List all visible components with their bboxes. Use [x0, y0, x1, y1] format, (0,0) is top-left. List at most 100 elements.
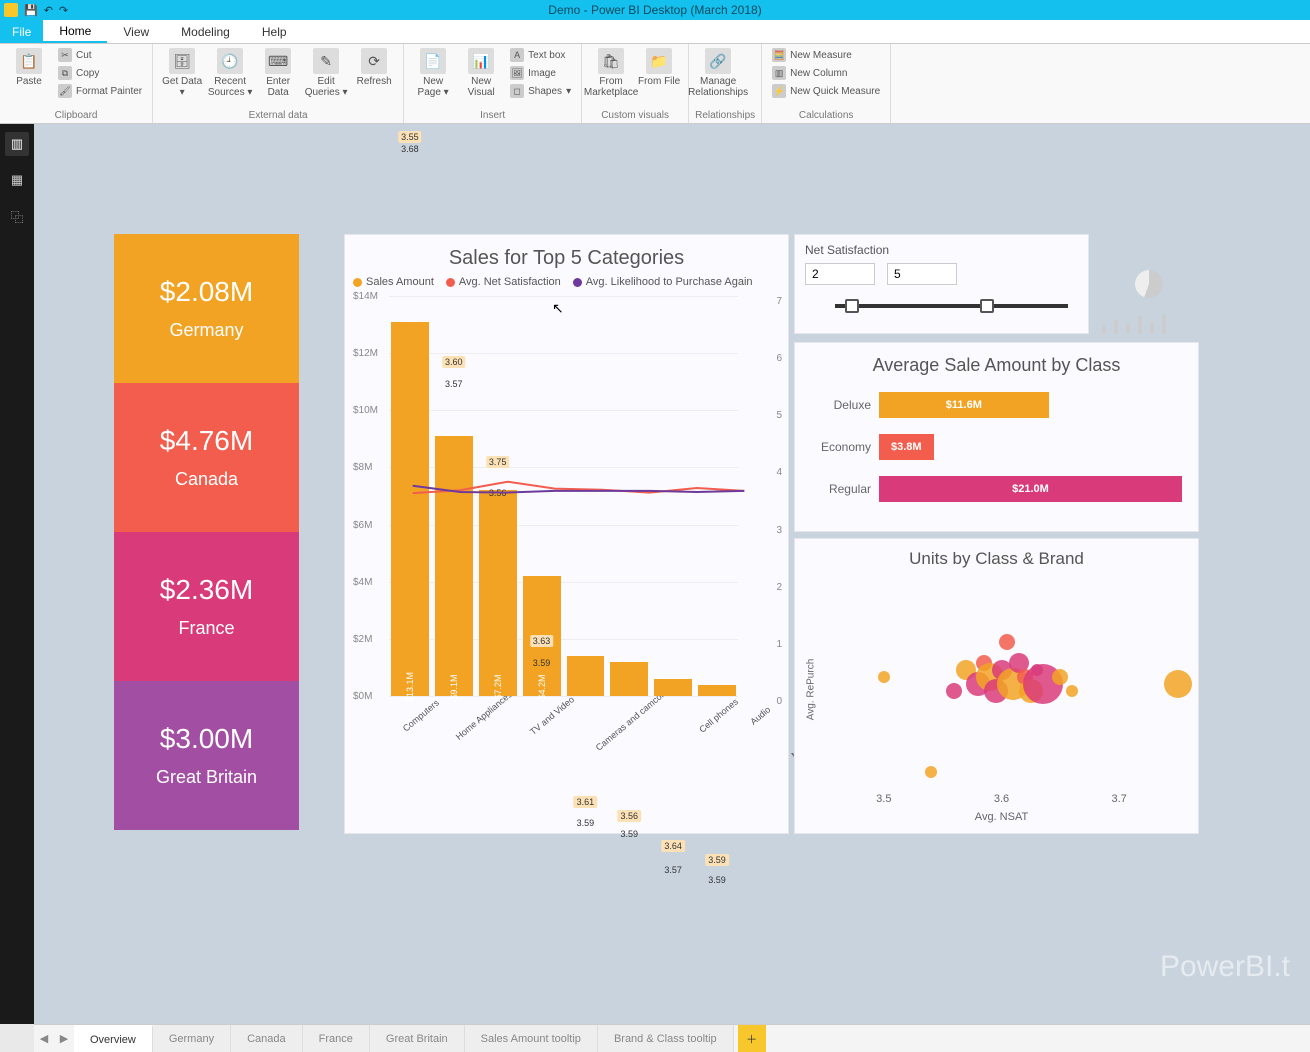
- tab-help[interactable]: Help: [246, 20, 303, 43]
- placeholder-visual[interactable]: [1099, 234, 1199, 334]
- chart-bar[interactable]: $13.1M3.553.68: [391, 322, 429, 696]
- scatter-point[interactable]: [1164, 670, 1192, 698]
- report-view-icon[interactable]: ▥: [5, 132, 29, 156]
- scatter-plot-area: Avg. RePurch Avg. NSAT 3.53.63.7: [825, 579, 1178, 789]
- byclass-row[interactable]: Economy $3.8M: [811, 434, 1182, 460]
- slicer-min-input[interactable]: [805, 263, 875, 285]
- net-satisfaction-slicer[interactable]: Net Satisfaction: [794, 234, 1089, 334]
- units-by-class-brand-visual[interactable]: Units by Class & Brand Avg. RePurch Avg.…: [794, 538, 1199, 834]
- slicer-max-input[interactable]: [887, 263, 957, 285]
- get-data-button[interactable]: 🗄Get Data ▾: [159, 46, 205, 98]
- redo-icon[interactable]: ↷: [59, 4, 68, 17]
- byclass-bar: $21.0M: [879, 476, 1182, 502]
- scatter-point[interactable]: [878, 671, 890, 683]
- kpi-label: Great Britain: [156, 767, 257, 788]
- scatter-point[interactable]: [999, 634, 1015, 650]
- relationships-icon: 🔗: [705, 48, 731, 74]
- group-label-external: External data: [159, 108, 397, 121]
- recent-sources-button[interactable]: 🕘Recent Sources ▾: [207, 46, 253, 98]
- recent-icon: 🕘: [217, 48, 243, 74]
- page-tab[interactable]: Sales Amount tooltip: [465, 1025, 598, 1052]
- slicer-knob-max[interactable]: [980, 299, 994, 313]
- slicer-track[interactable]: [805, 295, 1078, 315]
- page-tab[interactable]: Germany: [153, 1025, 231, 1052]
- page-tab[interactable]: Canada: [231, 1025, 303, 1052]
- save-icon[interactable]: 💾: [24, 4, 38, 17]
- chart-legend: Sales Amount Avg. Net Satisfaction Avg. …: [345, 276, 788, 288]
- app-icon: [4, 3, 18, 17]
- format-painter-button[interactable]: 🖌Format Painter: [54, 82, 146, 100]
- chart-bar[interactable]: $7.2M3.753.56: [479, 490, 517, 696]
- tab-modeling[interactable]: Modeling: [165, 20, 246, 43]
- page-tab[interactable]: Great Britain: [370, 1025, 465, 1052]
- paste-button[interactable]: 📋Paste: [6, 46, 52, 87]
- main-chart-visual[interactable]: Sales for Top 5 Categories Sales Amount …: [344, 234, 789, 834]
- kpi-card[interactable]: $3.00M Great Britain: [114, 681, 299, 830]
- chart-bar[interactable]: 3.613.59: [567, 656, 605, 696]
- group-label-custom: Custom visuals: [588, 108, 682, 121]
- kpi-card[interactable]: $4.76MCanada: [114, 383, 299, 532]
- from-marketplace-button[interactable]: 🛍From Marketplace: [588, 46, 634, 98]
- new-quick-measure-button[interactable]: ⚡New Quick Measure: [768, 82, 884, 100]
- scatter-point[interactable]: [1052, 669, 1068, 685]
- scatter-ylabel: Avg. RePurch: [806, 659, 817, 721]
- page-tab[interactable]: France: [303, 1025, 370, 1052]
- chart-bar[interactable]: $9.1M3.603.57: [435, 436, 473, 696]
- new-measure-button[interactable]: 🧮New Measure: [768, 46, 884, 64]
- shapes-button[interactable]: ◻Shapes ▾: [506, 82, 575, 100]
- from-file-button[interactable]: 📁From File: [636, 46, 682, 87]
- group-label-clipboard: Clipboard: [6, 108, 146, 121]
- copy-button[interactable]: ⧉Copy: [54, 64, 146, 82]
- tab-view[interactable]: View: [107, 20, 165, 43]
- scatter-point[interactable]: [1066, 685, 1078, 697]
- data-view-icon[interactable]: ▦: [5, 168, 29, 192]
- cut-button[interactable]: ✂Cut: [54, 46, 146, 64]
- chart-bar[interactable]: 3.563.59: [610, 662, 648, 696]
- chart-bar[interactable]: 3.593.59: [698, 685, 736, 696]
- add-page-button[interactable]: ＋: [738, 1025, 766, 1052]
- chart-bar[interactable]: 3.643.57: [654, 679, 692, 696]
- kpi-value: $2.36M: [160, 574, 253, 606]
- kpi-cards[interactable]: $2.08MGermany$4.76MCanada$2.36MFrance$3.…: [114, 234, 299, 830]
- new-visual-button[interactable]: 📊New Visual: [458, 46, 504, 98]
- chart-title: Sales for Top 5 Categories: [345, 235, 788, 276]
- kpi-label: Germany: [169, 320, 243, 341]
- page-nav-next[interactable]: ▶: [54, 1025, 74, 1052]
- group-label-insert: Insert: [410, 108, 575, 121]
- edit-queries-button[interactable]: ✎Edit Queries ▾: [303, 46, 349, 98]
- chart-bar[interactable]: $4.2M3.633.59: [523, 576, 561, 696]
- image-icon: 🖼: [510, 66, 524, 80]
- watermark: PowerBI.t: [1160, 950, 1290, 984]
- kpi-value: $3.00M: [160, 723, 253, 755]
- file-icon: 📁: [646, 48, 672, 74]
- page-tab[interactable]: Brand & Class tooltip: [598, 1025, 734, 1052]
- tab-home[interactable]: Home: [43, 20, 107, 43]
- page-tab[interactable]: Overview: [74, 1025, 153, 1052]
- byclass-name: Deluxe: [811, 398, 871, 412]
- scatter-point[interactable]: [946, 683, 962, 699]
- copy-icon: ⧉: [58, 66, 72, 80]
- byclass-row[interactable]: Deluxe $11.6M: [811, 392, 1182, 418]
- kpi-label: Canada: [175, 469, 238, 490]
- paste-icon: 📋: [16, 48, 42, 74]
- report-canvas[interactable]: ↖ PowerBI.t $2.08MGermany$4.76MCanada$2.…: [34, 124, 1310, 1024]
- kpi-card[interactable]: $2.08MGermany: [114, 234, 299, 383]
- textbox-button[interactable]: AText box: [506, 46, 575, 64]
- kpi-card[interactable]: $2.36MFrance: [114, 532, 299, 681]
- byclass-row[interactable]: Regular $21.0M: [811, 476, 1182, 502]
- avg-sale-by-class-visual[interactable]: Average Sale Amount by Class Deluxe $11.…: [794, 342, 1199, 532]
- model-view-icon[interactable]: ⿻: [5, 204, 29, 228]
- enter-data-button[interactable]: ⌨Enter Data: [255, 46, 301, 98]
- tab-file[interactable]: File: [0, 20, 43, 43]
- manage-relationships-button[interactable]: 🔗Manage Relationships: [695, 46, 741, 98]
- refresh-button[interactable]: ⟳Refresh: [351, 46, 397, 87]
- undo-icon[interactable]: ↶: [44, 4, 53, 17]
- new-page-button[interactable]: 📄New Page ▾: [410, 46, 456, 98]
- slicer-knob-min[interactable]: [845, 299, 859, 313]
- image-button[interactable]: 🖼Image: [506, 64, 575, 82]
- enterdata-icon: ⌨: [265, 48, 291, 74]
- scatter-point[interactable]: [925, 766, 937, 778]
- editqueries-icon: ✎: [313, 48, 339, 74]
- new-column-button[interactable]: ▥New Column: [768, 64, 884, 82]
- page-nav-prev[interactable]: ◀: [34, 1025, 54, 1052]
